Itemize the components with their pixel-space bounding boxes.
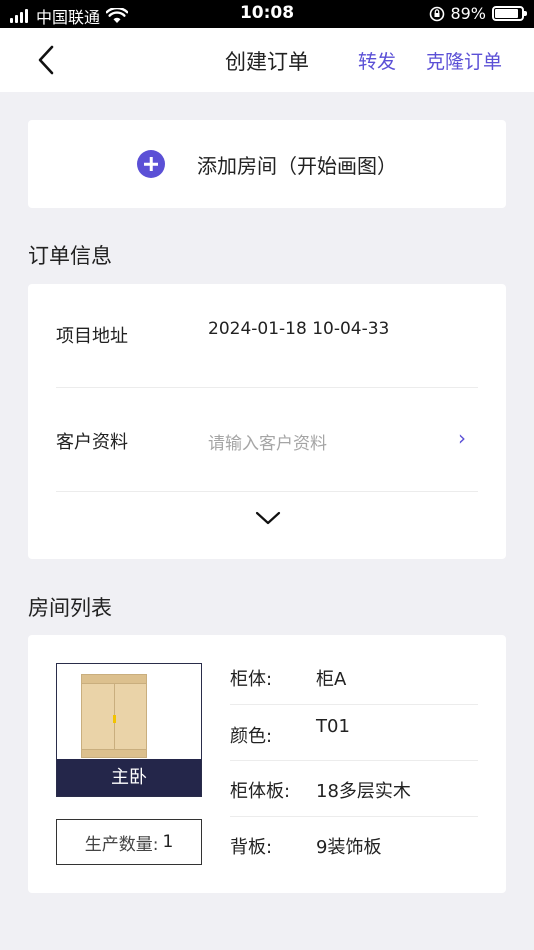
- spec-value: T01: [316, 716, 350, 737]
- page-title-text: 创建订单: [225, 50, 309, 74]
- spec-label: 颜色:: [230, 726, 273, 747]
- quantity-box[interactable]: 生产数量: 1: [56, 819, 202, 865]
- nav-bar: 创建订单 转发 克隆订单: [0, 28, 534, 92]
- spec-value: 9装饰板: [316, 837, 382, 858]
- status-right: 89%: [429, 4, 527, 23]
- spec-row-color: 颜色: T01: [230, 705, 478, 761]
- room-name: 主卧: [57, 759, 201, 796]
- quantity-value: 1: [162, 832, 174, 852]
- battery-fill: [495, 9, 519, 18]
- spec-label: 柜体板:: [230, 781, 291, 802]
- address-label: 项目地址: [56, 326, 128, 347]
- spec-value: 柜A: [316, 669, 347, 690]
- spec-label: 柜体:: [230, 669, 273, 690]
- spec-row-back-panel: 背板: 9装饰板: [230, 817, 478, 873]
- address-row[interactable]: 项目地址 2024-01-18 10-04-33: [56, 284, 478, 388]
- room-thumbnail[interactable]: 主卧: [56, 663, 202, 797]
- forward-button[interactable]: 转发: [358, 47, 396, 74]
- customer-label: 客户资料: [56, 432, 128, 453]
- room-card: 主卧 生产数量: 1 柜体: 柜A 颜色: T01 柜体板: 18多层实木 背板…: [28, 635, 506, 893]
- room-list-title: 房间列表: [28, 596, 112, 620]
- quantity-label: 生产数量:: [84, 834, 159, 855]
- spec-value: 18多层实木: [316, 781, 411, 802]
- clone-order-button[interactable]: 克隆订单: [426, 47, 502, 74]
- wardrobe-image: [81, 674, 147, 758]
- add-room-button[interactable]: 添加房间（开始画图）: [28, 120, 506, 208]
- plus-icon: [137, 150, 165, 178]
- add-room-label: 添加房间（开始画图）: [197, 153, 397, 178]
- status-bar: 中国联通 10:08 89%: [0, 0, 534, 28]
- customer-input[interactable]: 请输入客户资料: [208, 429, 327, 454]
- order-info-title: 订单信息: [28, 244, 112, 268]
- orientation-lock-icon: [430, 6, 445, 21]
- chevron-down-icon[interactable]: [254, 508, 282, 528]
- customer-row[interactable]: 客户资料 请输入客户资料 ›: [56, 388, 478, 492]
- address-value: 2024-01-18 10-04-33: [208, 319, 390, 339]
- spec-row-board: 柜体板: 18多层实木: [230, 761, 478, 817]
- order-info-card: 项目地址 2024-01-18 10-04-33 客户资料 请输入客户资料 ›: [28, 284, 506, 559]
- battery-percent: 89%: [450, 4, 486, 23]
- battery-icon: [492, 6, 527, 21]
- chevron-right-icon[interactable]: ›: [458, 426, 466, 450]
- back-icon[interactable]: [34, 44, 58, 76]
- spec-row-cabinet: 柜体: 柜A: [230, 649, 478, 705]
- spec-label: 背板:: [230, 837, 273, 858]
